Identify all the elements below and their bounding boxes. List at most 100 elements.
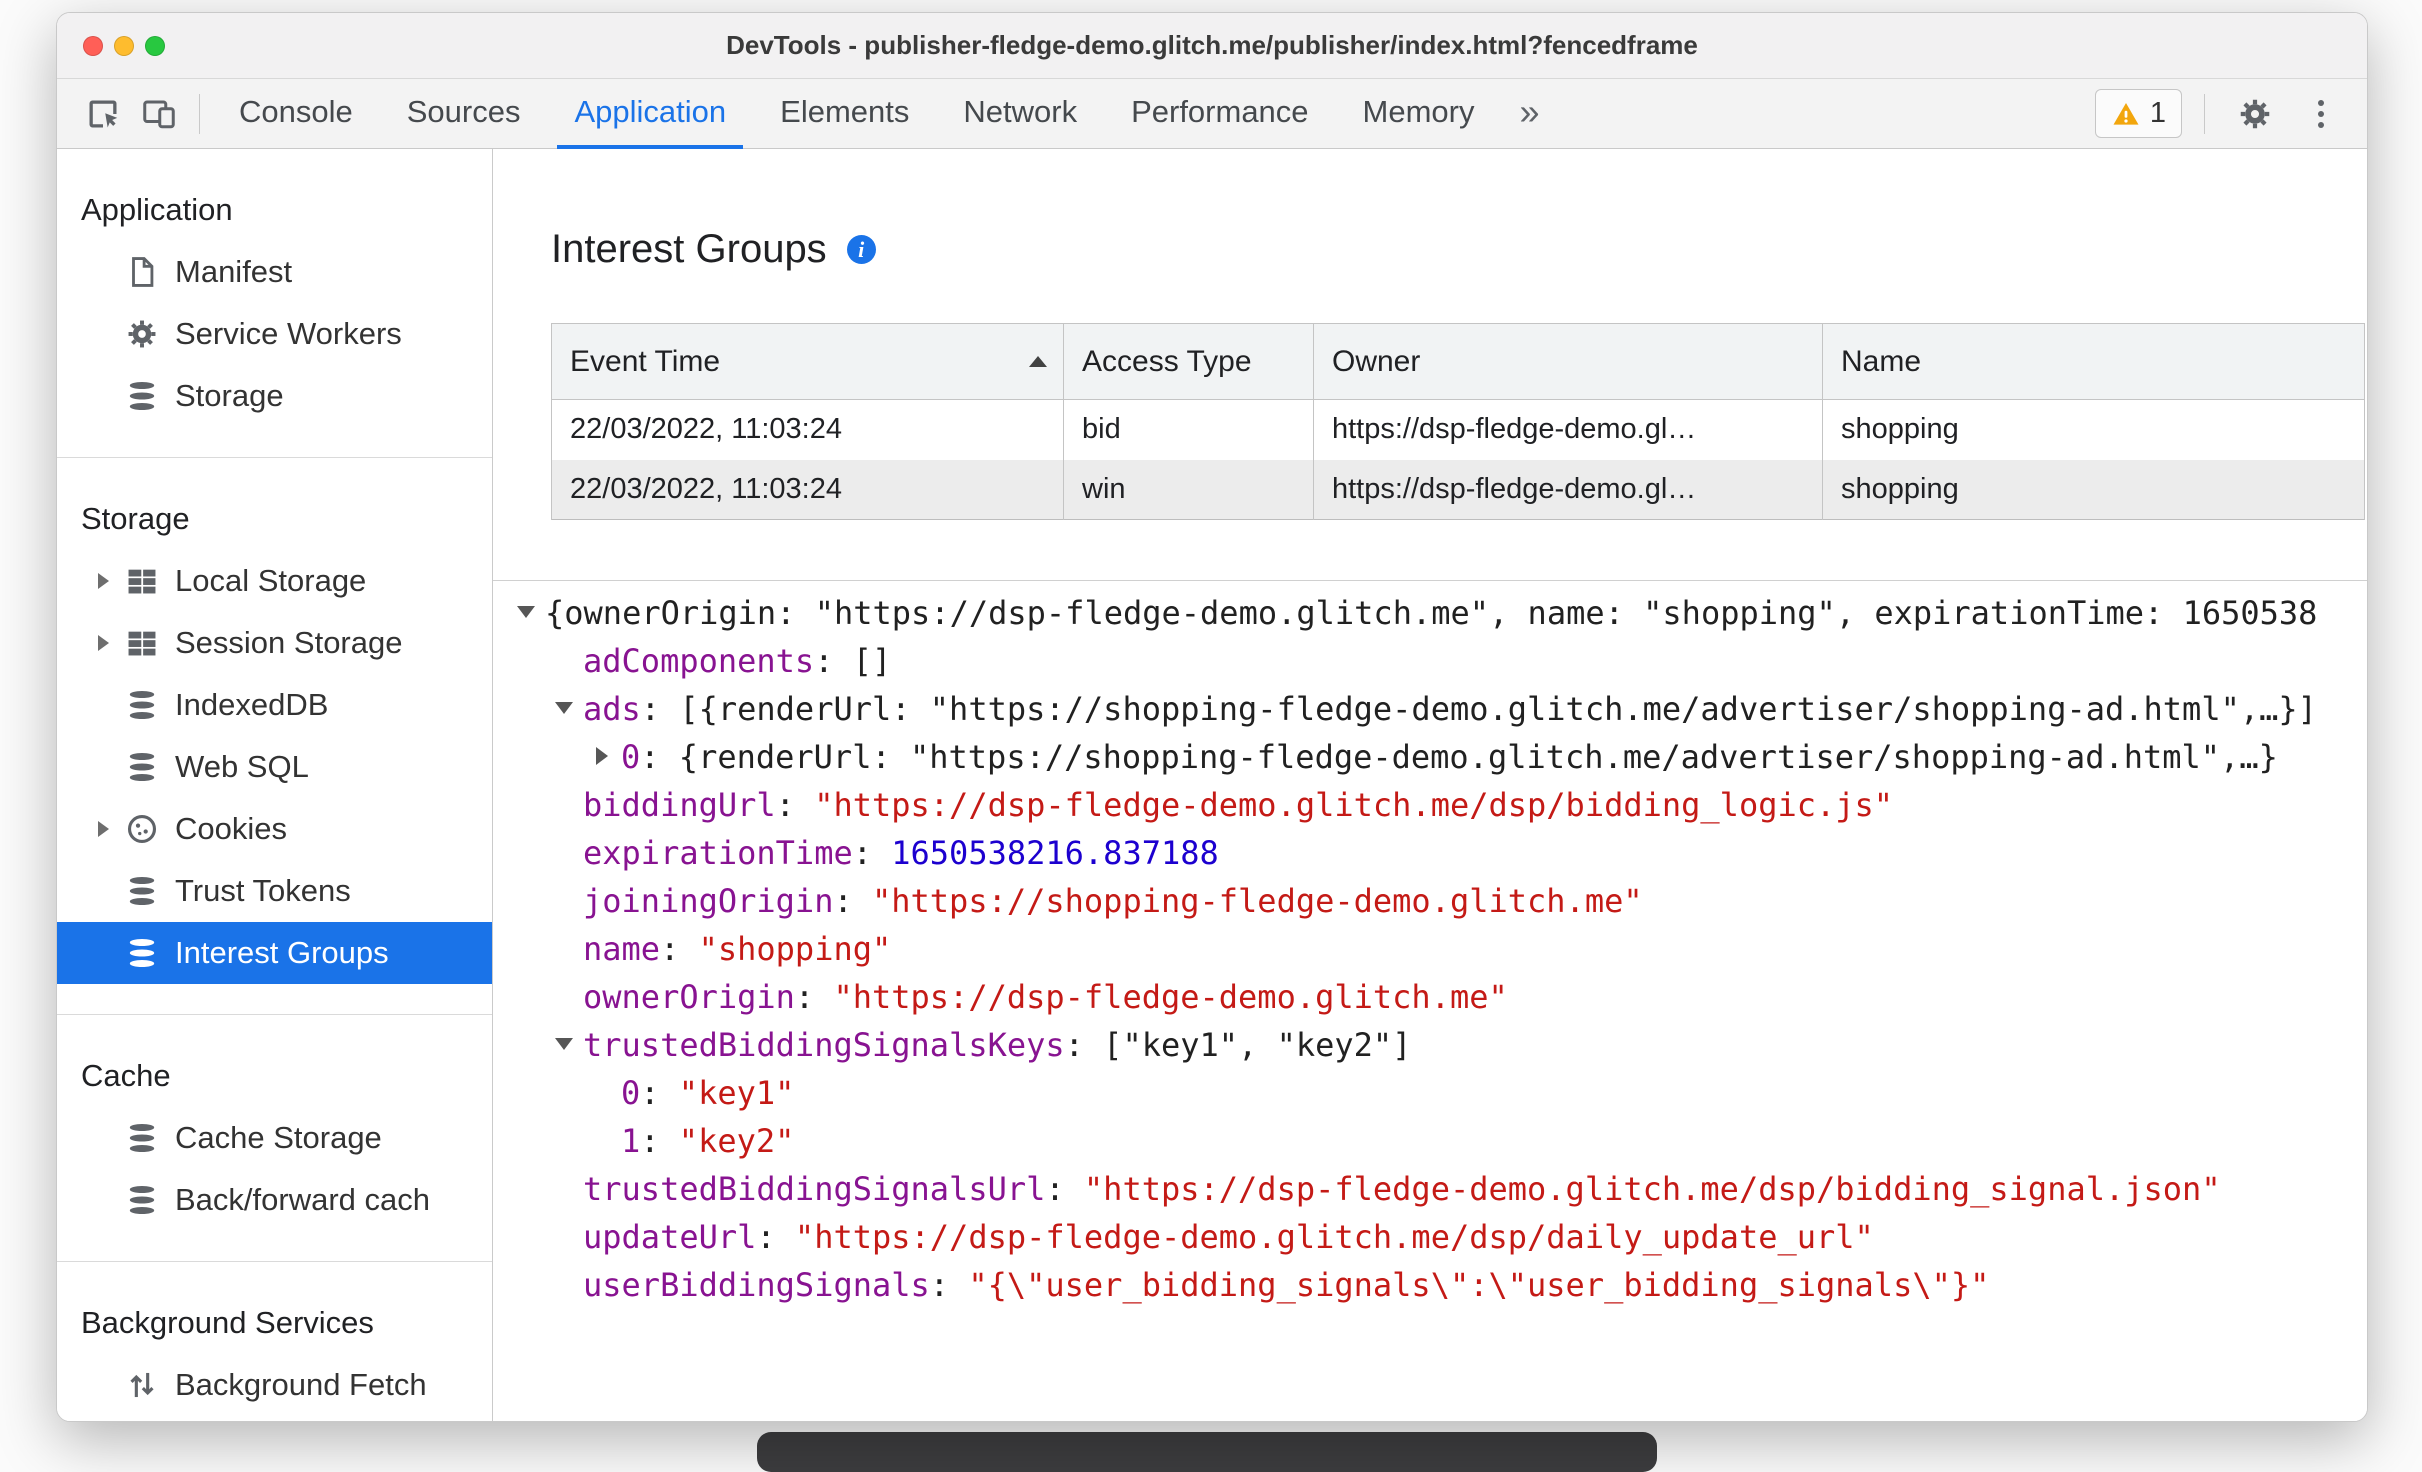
more-tabs-button[interactable]: » bbox=[1502, 79, 1558, 149]
tree-line[interactable]: adComponents: [] bbox=[493, 637, 2367, 685]
sidebar-item-cookies[interactable]: Cookies bbox=[57, 798, 492, 860]
tab-memory[interactable]: Memory bbox=[1336, 79, 1502, 149]
tree-text: : [{renderUrl: "https://shopping-fledge-… bbox=[640, 690, 2317, 728]
tree-line[interactable]: userBiddingSignals: "{\"user_bidding_sig… bbox=[493, 1261, 2367, 1309]
string-value: "key2" bbox=[678, 1122, 795, 1160]
sidebar-item-label: Manifest bbox=[175, 254, 293, 289]
tree-line[interactable]: ownerOrigin: "https://dsp-fledge-demo.gl… bbox=[493, 973, 2367, 1021]
close-button[interactable] bbox=[83, 35, 103, 56]
sidebar-item-local-storage[interactable]: Local Storage bbox=[57, 550, 492, 612]
tab-console[interactable]: Console bbox=[212, 79, 380, 149]
tree-text: : bbox=[929, 1266, 969, 1304]
tree-text: : bbox=[640, 1122, 679, 1160]
sidebar-item-storage[interactable]: Storage bbox=[57, 365, 492, 427]
collapse-arrow-icon[interactable] bbox=[545, 685, 583, 733]
table-cell: 22/03/2022, 11:03:24 bbox=[551, 399, 1064, 460]
sidebar-item-indexeddb[interactable]: IndexedDB bbox=[57, 674, 492, 736]
tab-sources[interactable]: Sources bbox=[380, 79, 548, 149]
tree-line[interactable]: name: "shopping" bbox=[493, 925, 2367, 973]
section-title: Application bbox=[81, 192, 233, 227]
tree-line[interactable]: updateUrl: "https://dsp-fledge-demo.glit… bbox=[493, 1213, 2367, 1261]
sidebar-item-back-forward-cach[interactable]: Back/forward cach bbox=[57, 1169, 492, 1231]
string-value: "https://shopping-fledge-demo.glitch.me" bbox=[871, 882, 1643, 920]
sidebar-item-cache-storage[interactable]: Cache Storage bbox=[57, 1107, 492, 1169]
table-row[interactable]: 22/03/2022, 11:03:24 bid https://dsp-fledg… bbox=[551, 399, 2365, 460]
sidebar-item-label: Back/forward cach bbox=[175, 1182, 430, 1217]
issues-badge[interactable]: 1 bbox=[2094, 89, 2182, 138]
chevron-right-icon[interactable] bbox=[81, 573, 125, 589]
tree-line[interactable]: trustedBiddingSignalsKeys: ["key1", "key… bbox=[493, 1021, 2367, 1069]
database-icon bbox=[125, 936, 159, 970]
tab-network[interactable]: Network bbox=[936, 79, 1104, 149]
tree-line[interactable]: expirationTime: 1650538216.837188 bbox=[493, 829, 2367, 877]
string-value: "https://dsp-fledge-demo.glitch.me/dsp/b… bbox=[814, 786, 1894, 824]
devtools-toolbar: Console Sources Application Elements Network… bbox=[57, 79, 2367, 149]
tree-text: : bbox=[640, 1074, 679, 1112]
tab-application[interactable]: Application bbox=[547, 79, 753, 149]
sidebar-item-manifest[interactable]: Manifest bbox=[57, 241, 492, 303]
tree-line[interactable]: 0: {renderUrl: "https://shopping-fledge-… bbox=[493, 733, 2367, 781]
devtools-body: Application Manifest Service Workers Storag… bbox=[57, 149, 2367, 1421]
sidebar-item-label: Trust Tokens bbox=[175, 873, 351, 908]
sidebar-item-label: Storage bbox=[175, 378, 284, 413]
zoom-button[interactable] bbox=[145, 35, 165, 56]
minimize-button[interactable] bbox=[114, 35, 134, 56]
sidebar-item-label: Session Storage bbox=[175, 625, 403, 660]
column-header-access-type[interactable]: Access Type bbox=[1063, 323, 1314, 400]
property-name: userBiddingSignals bbox=[583, 1266, 930, 1304]
tree-line[interactable]: joiningOrigin: "https://shopping-fledge-… bbox=[493, 877, 2367, 925]
tree-text: : bbox=[1045, 1170, 1084, 1208]
string-value: "key1" bbox=[678, 1074, 795, 1112]
column-header-owner[interactable]: Owner bbox=[1313, 323, 1823, 400]
chevron-right-icon[interactable] bbox=[81, 635, 125, 651]
tree-line[interactable]: 1: "key2" bbox=[493, 1117, 2367, 1165]
tree-line[interactable]: 0: "key1" bbox=[493, 1069, 2367, 1117]
triangle-glyph bbox=[555, 702, 573, 714]
page-title: Interest Groups bbox=[551, 227, 827, 271]
sidebar-item-interest-groups[interactable]: Interest Groups bbox=[57, 922, 492, 984]
warning-count: 1 bbox=[2149, 97, 2166, 129]
window-title: DevTools - publisher-fledge-demo.glitch.… bbox=[726, 30, 1698, 60]
sidebar-item-service-workers[interactable]: Service Workers bbox=[57, 303, 492, 365]
column-header-event-time[interactable]: Event Time bbox=[551, 323, 1064, 400]
tab-elements[interactable]: Elements bbox=[753, 79, 936, 149]
tree-line[interactable]: trustedBiddingSignalsUrl: "https://dsp-f… bbox=[493, 1165, 2367, 1213]
expand-arrow-icon[interactable] bbox=[583, 733, 621, 781]
info-icon[interactable]: i bbox=[846, 234, 876, 264]
triangle-glyph bbox=[97, 573, 109, 589]
sidebar-item-label: Cache Storage bbox=[175, 1120, 382, 1155]
sidebar-item-web-sql[interactable]: Web SQL bbox=[57, 736, 492, 798]
application-sidebar: Application Manifest Service Workers Storag… bbox=[57, 149, 493, 1421]
sort-ascending-icon bbox=[1029, 355, 1047, 367]
device-toolbar-button[interactable] bbox=[131, 86, 187, 142]
devtools-window: DevTools - publisher-fledge-demo.glitch.… bbox=[56, 12, 2368, 1422]
settings-button[interactable] bbox=[2227, 86, 2283, 142]
sidebar-item-label: Local Storage bbox=[175, 563, 367, 598]
tab-performance[interactable]: Performance bbox=[1104, 79, 1335, 149]
column-header-name[interactable]: Name bbox=[1822, 323, 2365, 400]
database-icon bbox=[125, 1121, 159, 1155]
collapse-arrow-icon[interactable] bbox=[545, 1021, 583, 1069]
database-icon bbox=[125, 874, 159, 908]
sidebar-item-label: IndexedDB bbox=[175, 687, 329, 722]
inspect-element-button[interactable] bbox=[75, 86, 131, 142]
sidebar-item-session-storage[interactable]: Session Storage bbox=[57, 612, 492, 674]
tree-line[interactable]: biddingUrl: "https://dsp-fledge-demo.gli… bbox=[493, 781, 2367, 829]
table-row[interactable]: 22/03/2022, 11:03:24 win https://dsp-fledg… bbox=[551, 459, 2365, 520]
triangle-glyph bbox=[596, 747, 608, 765]
collapse-arrow-icon[interactable] bbox=[507, 589, 545, 637]
device-toolbar-icon bbox=[141, 96, 177, 132]
string-value: "https://dsp-fledge-demo.glitch.me/dsp/d… bbox=[794, 1218, 1874, 1256]
tree-line[interactable]: {ownerOrigin: "https://dsp-fledge-demo.g… bbox=[493, 589, 2367, 637]
more-options-button[interactable] bbox=[2293, 86, 2349, 142]
table-cell: shopping bbox=[1822, 399, 2365, 460]
tree-line[interactable]: ads: [{renderUrl: "https://shopping-fled… bbox=[493, 685, 2367, 733]
sidebar-item-background-fetch[interactable]: Background Fetch bbox=[57, 1354, 492, 1416]
window-controls bbox=[71, 13, 165, 78]
table-cell: https://dsp-fledge-demo.gl… bbox=[1313, 459, 1823, 520]
property-name: 0 bbox=[621, 738, 641, 776]
events-table-wrap: Event Time Access Type Owner Name 22/03/202… bbox=[551, 323, 2365, 520]
property-name: 1 bbox=[621, 1122, 641, 1160]
sidebar-item-trust-tokens[interactable]: Trust Tokens bbox=[57, 860, 492, 922]
chevron-right-icon[interactable] bbox=[81, 821, 125, 837]
